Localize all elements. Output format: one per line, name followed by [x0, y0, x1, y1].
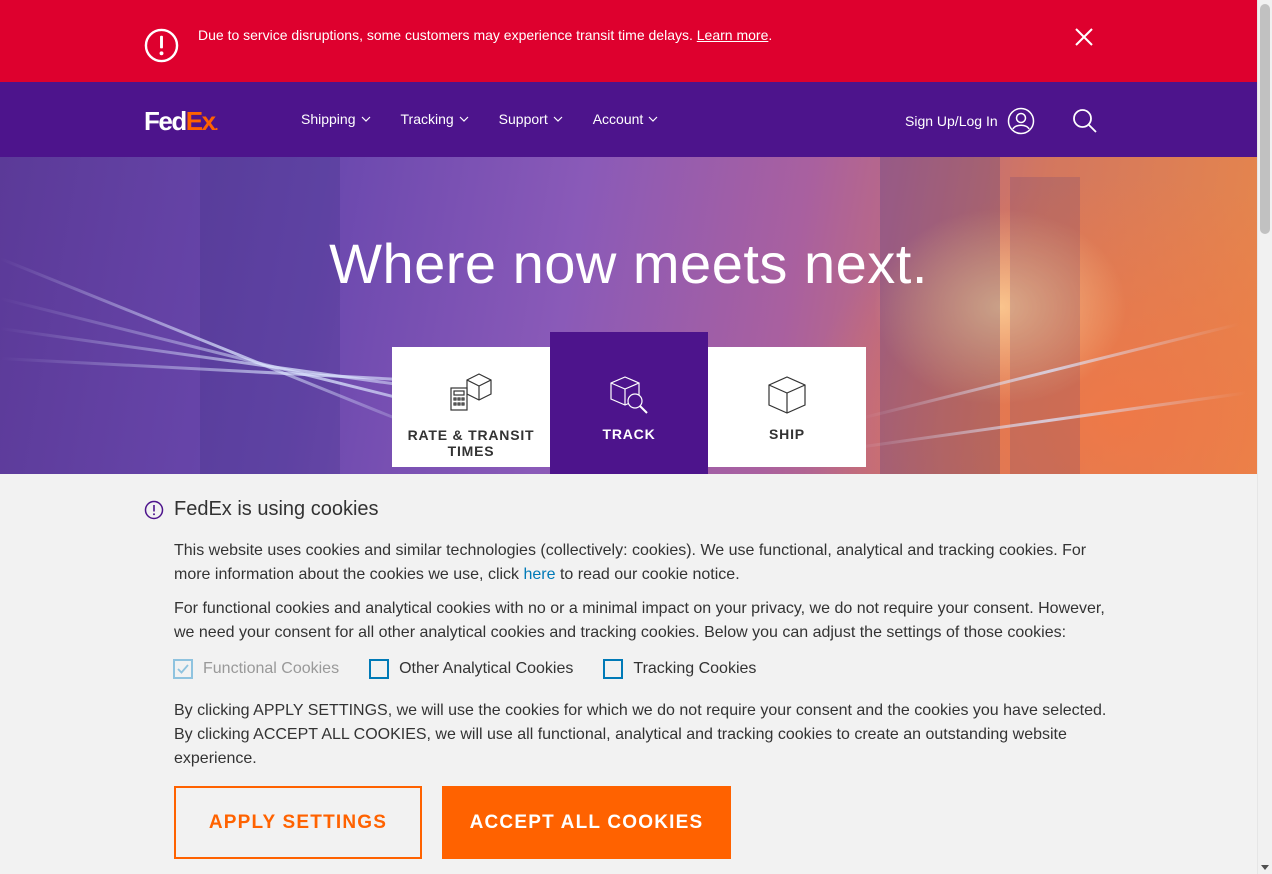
- cookie-notice-link[interactable]: here: [524, 566, 556, 583]
- alert-message: Due to service disruptions, some custome…: [198, 26, 772, 44]
- close-icon[interactable]: [1074, 27, 1094, 47]
- alert-message-text: Due to service disruptions, some custome…: [198, 27, 693, 43]
- service-alert-banner: Due to service disruptions, some custome…: [0, 0, 1257, 82]
- nav-item-shipping[interactable]: Shipping: [301, 111, 371, 127]
- accept-all-cookies-button[interactable]: ACCEPT ALL COOKIES: [442, 786, 731, 859]
- tile-label: RATE & TRANSIT TIMES: [392, 427, 550, 459]
- chevron-down-icon: [648, 116, 658, 122]
- ship-tile[interactable]: SHIP: [708, 347, 866, 467]
- cookie-heading-text: FedEx is using cookies: [174, 498, 379, 520]
- nav-item-account[interactable]: Account: [593, 111, 659, 127]
- info-circle-icon: [144, 500, 164, 519]
- checkbox-label: Tracking Cookies: [633, 660, 757, 677]
- nav-item-label: Tracking: [400, 111, 454, 127]
- cookie-buttons-explanation: By clicking APPLY SETTINGS, we will use …: [174, 702, 1107, 767]
- cookie-consent-paragraph: For functional cookies and analytical co…: [174, 600, 1105, 641]
- tile-label-line2: TIMES: [447, 443, 495, 459]
- sign-in-label: Sign Up/Log In: [905, 113, 998, 129]
- nav-item-label: Support: [498, 111, 548, 127]
- checkbox-box[interactable]: [369, 659, 390, 679]
- nav-item-label: Account: [592, 111, 644, 127]
- functional-cookies-checkbox: Functional Cookies: [173, 659, 339, 679]
- logo-dot: .: [214, 117, 219, 133]
- tile-label-line1: RATE & TRANSIT: [407, 427, 535, 443]
- apply-settings-button[interactable]: APPLY SETTINGS: [174, 786, 422, 859]
- logo-ex: Ex: [185, 106, 216, 136]
- calculator-box-icon: [450, 373, 492, 411]
- alert-trailing: .: [768, 27, 773, 43]
- hero-title: Where now meets next.: [329, 232, 928, 295]
- nav-menu: Shipping Tracking Support Account: [301, 111, 688, 127]
- nav-item-tracking[interactable]: Tracking: [401, 111, 469, 127]
- chevron-down-icon: [459, 116, 469, 122]
- nav-item-support[interactable]: Support: [499, 111, 563, 127]
- exclamation-circle-icon: [144, 28, 179, 63]
- other-analytical-cookies-checkbox[interactable]: Other Analytical Cookies: [369, 659, 573, 679]
- tile-label: TRACK: [602, 426, 656, 442]
- box-search-icon: [610, 376, 648, 414]
- hero-building: [880, 157, 1000, 474]
- sign-up-login-button[interactable]: Sign Up/Log In: [905, 107, 1035, 135]
- tile-label: SHIP: [769, 426, 805, 442]
- checkbox-box: [173, 659, 193, 679]
- checkbox-box[interactable]: [603, 659, 624, 679]
- checkbox-label: Functional Cookies: [203, 660, 340, 677]
- fedex-logo[interactable]: FedEx.: [144, 106, 219, 137]
- quick-action-tiles: RATE & TRANSIT TIMES TRACK SHIP: [392, 332, 866, 474]
- rate-transit-tile[interactable]: RATE & TRANSIT TIMES: [392, 347, 550, 467]
- scroll-down-arrow-icon[interactable]: [1261, 865, 1269, 870]
- hero-banner: Where now meets next. RATE & TRANSIT TIME…: [0, 157, 1257, 474]
- page-scrollbar[interactable]: [1257, 0, 1272, 874]
- cookie-options: Functional Cookies Other Analytical Cook…: [173, 659, 786, 679]
- para-text: to read our cookie notice.: [555, 566, 740, 583]
- hero-building: [1010, 177, 1080, 474]
- track-tile[interactable]: TRACK: [550, 332, 708, 474]
- cookie-consent-panel: FedEx is using cookies This website uses…: [0, 474, 1257, 874]
- scrollbar-thumb[interactable]: [1260, 4, 1270, 234]
- user-icon: [1007, 107, 1034, 135]
- logo-fed: Fed: [144, 106, 187, 136]
- box-icon: [768, 376, 806, 414]
- checkmark-icon: [177, 664, 189, 674]
- learn-more-link[interactable]: Learn more: [697, 27, 769, 43]
- cookie-heading: FedEx is using cookies: [144, 498, 379, 521]
- search-icon[interactable]: [1072, 108, 1098, 134]
- tracking-cookies-checkbox[interactable]: Tracking Cookies: [603, 659, 756, 679]
- nav-item-label: Shipping: [301, 111, 356, 127]
- main-navigation: FedEx. Shipping Tracking Support Account…: [0, 82, 1257, 157]
- cookie-intro-paragraph: This website uses cookies and similar te…: [174, 539, 1114, 587]
- checkbox-label: Other Analytical Cookies: [399, 660, 574, 677]
- hero-building: [200, 157, 340, 474]
- chevron-down-icon: [361, 116, 370, 122]
- chevron-down-icon: [553, 116, 563, 122]
